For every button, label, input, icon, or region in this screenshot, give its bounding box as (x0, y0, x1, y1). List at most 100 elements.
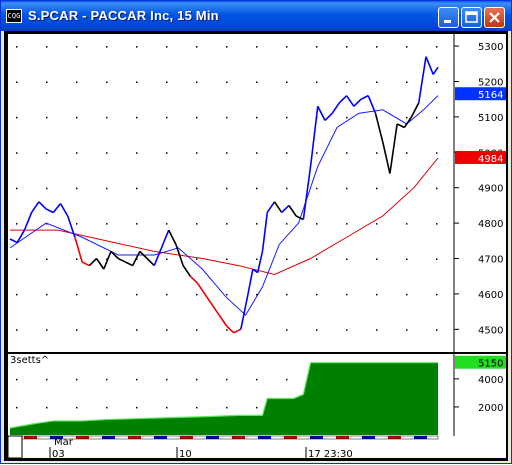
grid-dot (256, 329, 258, 331)
time-axis[interactable] (8, 436, 506, 458)
session-segment (349, 436, 362, 439)
price-marker-label: 4984 (478, 154, 503, 165)
price-tick-label: 4800 (478, 219, 503, 230)
grid-dot (16, 406, 18, 409)
price-tick-label: 5300 (478, 42, 503, 53)
session-segment (297, 436, 310, 439)
session-segment (24, 436, 37, 439)
grid-dot (106, 46, 108, 48)
grid-dot (136, 223, 138, 225)
time-label-10: 10 (179, 449, 192, 460)
grid-dot (136, 293, 138, 296)
grid-dot (166, 378, 168, 381)
volume-study-label: 3setts^ (10, 355, 49, 366)
minimize-button[interactable] (438, 7, 459, 28)
grid-dot (436, 46, 438, 48)
grid-dot (256, 187, 258, 190)
grid-dot (406, 81, 408, 83)
grid-dot (76, 81, 78, 83)
grid-dot (166, 223, 168, 225)
grid-dot (166, 258, 168, 260)
grid-dot (46, 116, 48, 119)
close-icon (489, 12, 500, 23)
grid-dot (76, 258, 78, 260)
price-tick-label: 4600 (478, 290, 503, 301)
grid-dot (226, 378, 228, 381)
grid-dot (436, 258, 438, 260)
app-icon[interactable]: CQG (6, 9, 22, 23)
grid-dot (46, 258, 48, 260)
grid-dot (16, 152, 18, 154)
grid-dot (76, 378, 78, 381)
grid-dot (46, 187, 48, 190)
grid-dot (346, 187, 348, 190)
grid-dot (226, 187, 228, 190)
grid-dot (346, 46, 348, 48)
grid-dot (316, 223, 318, 225)
time-scroll-box[interactable] (7, 435, 23, 459)
grid-dot (256, 378, 258, 381)
grid-dot (166, 329, 168, 331)
grid-dot (376, 187, 378, 190)
grid-dot (346, 81, 348, 83)
grid-dot (136, 378, 138, 381)
grid-dot (286, 187, 288, 190)
grid-dot (76, 152, 78, 154)
grid-dot (136, 152, 138, 154)
grid-dot (76, 223, 78, 225)
session-segment (362, 436, 375, 439)
maximize-icon (465, 11, 478, 23)
price-marker-label: 5164 (478, 90, 503, 101)
close-button[interactable] (484, 7, 505, 28)
grid-dot (436, 293, 438, 296)
grid-dot (376, 46, 378, 48)
grid-dot (406, 116, 408, 119)
session-segment (180, 436, 193, 439)
grid-dot (106, 152, 108, 154)
grid-dot (406, 329, 408, 331)
price-pane[interactable] (8, 34, 454, 352)
window-title: S.PCAR - PACCAR Inc, 15 Min (28, 8, 219, 23)
grid-dot (316, 293, 318, 296)
minimize-icon (444, 20, 451, 23)
grid-dot (316, 258, 318, 260)
grid-dot (196, 116, 198, 119)
grid-dot (196, 378, 198, 381)
grid-dot (286, 223, 288, 225)
grid-dot (106, 329, 108, 331)
session-segment (37, 436, 50, 439)
grid-dot (256, 152, 258, 154)
title-bar[interactable]: CQG S.PCAR - PACCAR Inc, 15 Min (1, 1, 511, 31)
grid-dot (166, 293, 168, 296)
session-segment (284, 436, 297, 439)
grid-dot (406, 223, 408, 225)
grid-dot (196, 329, 198, 331)
grid-dot (166, 152, 168, 154)
grid-dot (196, 81, 198, 83)
grid-dot (226, 329, 228, 331)
grid-dot (196, 223, 198, 225)
time-label-03: 03 (52, 449, 65, 460)
grid-dot (76, 406, 78, 409)
session-segment (115, 436, 128, 439)
grid-dot (316, 46, 318, 48)
grid-dot (226, 223, 228, 225)
session-segment (388, 436, 401, 439)
grid-dot (406, 258, 408, 260)
grid-dot (256, 116, 258, 119)
grid-dot (46, 81, 48, 83)
grid-dot (46, 406, 48, 409)
grid-dot (406, 187, 408, 190)
price-tick-label: 4500 (478, 325, 503, 336)
grid-dot (16, 223, 18, 225)
grid-dot (76, 116, 78, 119)
grid-dot (286, 378, 288, 381)
chart-svg: 530052005100500049004800470046004500 516… (7, 34, 506, 460)
time-label-17: 17 23:30 (308, 449, 353, 460)
grid-dot (406, 152, 408, 154)
grid-dot (166, 187, 168, 190)
session-segment (193, 436, 206, 439)
grid-dot (256, 223, 258, 225)
maximize-button[interactable] (461, 7, 482, 28)
grid-dot (46, 378, 48, 381)
